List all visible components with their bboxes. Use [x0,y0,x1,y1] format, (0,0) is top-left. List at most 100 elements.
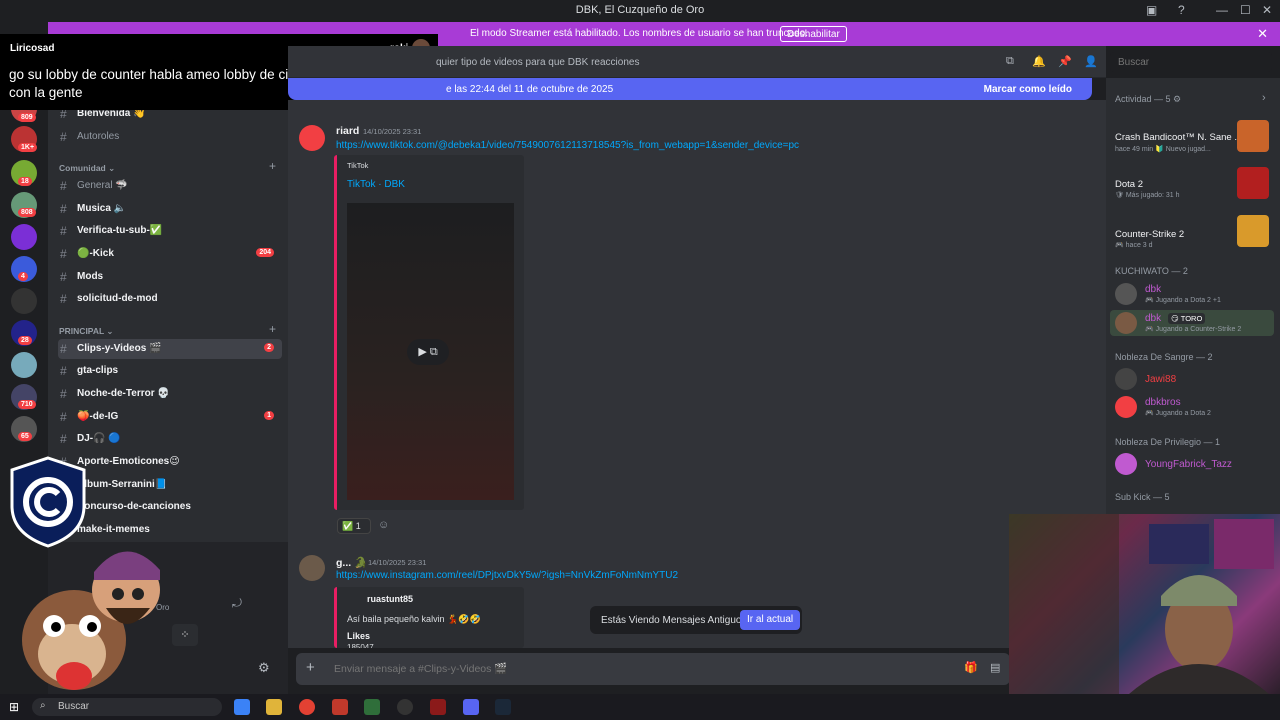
embed-title[interactable]: TikTok · DBK [347,179,405,190]
avatar[interactable] [299,125,325,151]
channel-label: Verifica-tu-sub-✅ [77,225,163,236]
channel-kick[interactable]: # 🟢-Kick 204 [58,244,282,264]
channel-gta-clips[interactable]: # gta-clips [58,361,282,381]
avatar[interactable] [1115,312,1137,334]
channel-album-serranini[interactable]: # Album-Serranini📘 [58,475,282,495]
category-principal[interactable]: PRINCIPAL ⌄ [59,326,114,337]
server-badge: 1K+ [18,143,38,152]
close-icon[interactable]: ✕ [1257,26,1268,42]
gif-icon[interactable]: ▤ [990,661,1000,674]
close-window-button[interactable]: ✕ [1262,3,1272,17]
message-link[interactable]: https://www.instagram.com/reel/DPjtxvDkY… [336,570,678,581]
avatar[interactable] [1115,453,1137,475]
member-name[interactable]: YoungFabrick_Tazz [1145,459,1232,470]
channel-concurso[interactable]: # Concurso-de-canciones [58,497,282,517]
add-reaction-icon[interactable]: ☺ [378,519,389,531]
mark-as-read-button[interactable]: Marcar como leído [984,84,1072,95]
message-timestamp: 14/10/2025 23:31 [368,558,427,567]
channel-de-ig[interactable]: # 🍑-de-IG 1 [58,407,282,427]
member-name[interactable]: dbk [1145,284,1161,295]
server-icon[interactable] [11,224,37,250]
member-name[interactable]: dbkbros [1145,397,1181,408]
add-channel-icon[interactable]: + [269,322,276,336]
hash-icon: # [60,387,67,401]
discord-icon[interactable] [463,699,479,715]
hash-icon: # [60,130,67,144]
reaction-count: 1 [355,521,361,531]
activity-title[interactable]: Counter-Strike 2 [1115,229,1184,240]
chrome-icon[interactable] [299,699,315,715]
disconnect-icon[interactable]: ⤾ [232,596,242,611]
embed-author[interactable]: ruastunt85 [367,594,413,604]
add-channel-icon[interactable]: + [269,159,276,173]
avatar[interactable] [1115,368,1137,390]
app-icon[interactable] [332,699,348,715]
member-list-icon[interactable]: 👤 [1084,55,1098,68]
channel-solicitud[interactable]: # solicitud-de-mod [58,289,282,309]
member-tag: 😏 TORO [1168,313,1206,324]
file-explorer-icon[interactable] [266,699,282,715]
taskbar-search[interactable]: Buscar [32,698,222,716]
channel-topic: quier tipo de videos para que DBK reacci… [436,57,640,68]
channel-clips-y-videos[interactable]: # Clips-y-Videos 🎬 2 [58,339,282,359]
channel-general[interactable]: # General 🦈 [58,176,282,196]
reaction-chip[interactable]: ✅ 1 [337,518,371,534]
search-input[interactable] [1110,52,1272,72]
new-messages-bar[interactable]: e las 22:44 del 11 de octubre de 2025 Ma… [288,78,1092,100]
channel-dj[interactable]: # DJ-🎧 🔵 [58,429,282,449]
activity-header[interactable]: Actividad — 5 ⚙ [1115,94,1181,105]
add-attachment-icon[interactable]: + [306,659,315,676]
channel-label: Album-Serranini📘 [77,479,168,490]
pin-icon[interactable]: 📌 [1058,55,1072,68]
channel-mods[interactable]: # Mods [58,267,282,287]
server-badge: 4 [18,272,28,281]
server-icon[interactable] [11,288,37,314]
channel-verifica[interactable]: # Verifica-tu-sub-✅ [58,221,282,241]
disable-streamer-button[interactable]: Deshabilitar [780,26,847,42]
channel-musica[interactable]: # Musica 🔈 [58,199,282,219]
hash-icon: # [60,270,67,284]
mention-badge: 1 [264,411,274,420]
server-icon[interactable] [11,352,37,378]
channel-autoroles[interactable]: # Autoroles [58,127,282,147]
channel-noche-de-terror[interactable]: # Noche-de-Terror 💀 [58,384,282,404]
play-icon[interactable]: ▶ ⧉ [407,339,449,365]
avatar[interactable] [1115,283,1137,305]
help-icon[interactable]: ? [1178,3,1185,17]
message-author[interactable]: g... 🐊 [336,556,367,569]
bell-icon[interactable]: 🔔 [1032,55,1046,68]
activity-title[interactable]: Crash Bandicoot™ N. Sane ... [1115,132,1242,143]
activities-icon[interactable]: ⁘ [172,624,198,646]
game-thumbnail[interactable] [1237,167,1269,199]
avatar[interactable] [1115,396,1137,418]
channel-label: DJ-🎧 🔵 [77,433,121,444]
minimize-button[interactable]: — [1216,3,1228,17]
copilot-icon[interactable] [234,699,250,715]
channel-label: 🟢-Kick [77,248,114,259]
game-thumbnail[interactable] [1237,120,1269,152]
member-name[interactable]: Jawi88 [1145,374,1176,385]
jump-to-present-button[interactable]: Ir al actual [740,610,801,630]
inbox-icon[interactable]: ▣ [1146,3,1157,17]
chevron-right-icon[interactable]: › [1262,92,1266,104]
app-icon[interactable] [364,699,380,715]
activity-title[interactable]: Dota 2 [1115,179,1143,190]
avatar[interactable] [299,555,325,581]
windows-start-icon[interactable]: ⊞ [9,700,19,714]
message-input[interactable] [334,661,954,677]
obs-icon[interactable] [397,699,413,715]
message-link[interactable]: https://www.tiktok.com/@debeka1/video/75… [336,140,799,151]
settings-icon[interactable]: ⚙ [258,660,270,676]
title-bar: DBK, El Cuzqueño de Oro ▣ ? — ☐ ✕ [0,0,1280,22]
message-author[interactable]: riard [336,125,359,137]
maximize-button[interactable]: ☐ [1240,3,1251,17]
channel-aporte-emoticones[interactable]: # Aporte-Emoticones😉 [58,452,282,472]
category-comunidad[interactable]: Comunidad ⌄ [59,163,115,174]
channel-label: General 🦈 [77,180,128,191]
dota-icon[interactable] [430,699,446,715]
threads-icon[interactable]: ⧉ [1006,55,1014,68]
game-thumbnail[interactable] [1237,215,1269,247]
gift-icon[interactable]: 🎁 [964,661,978,674]
member-name[interactable]: dbk [1145,313,1161,324]
steam-icon[interactable] [495,699,511,715]
